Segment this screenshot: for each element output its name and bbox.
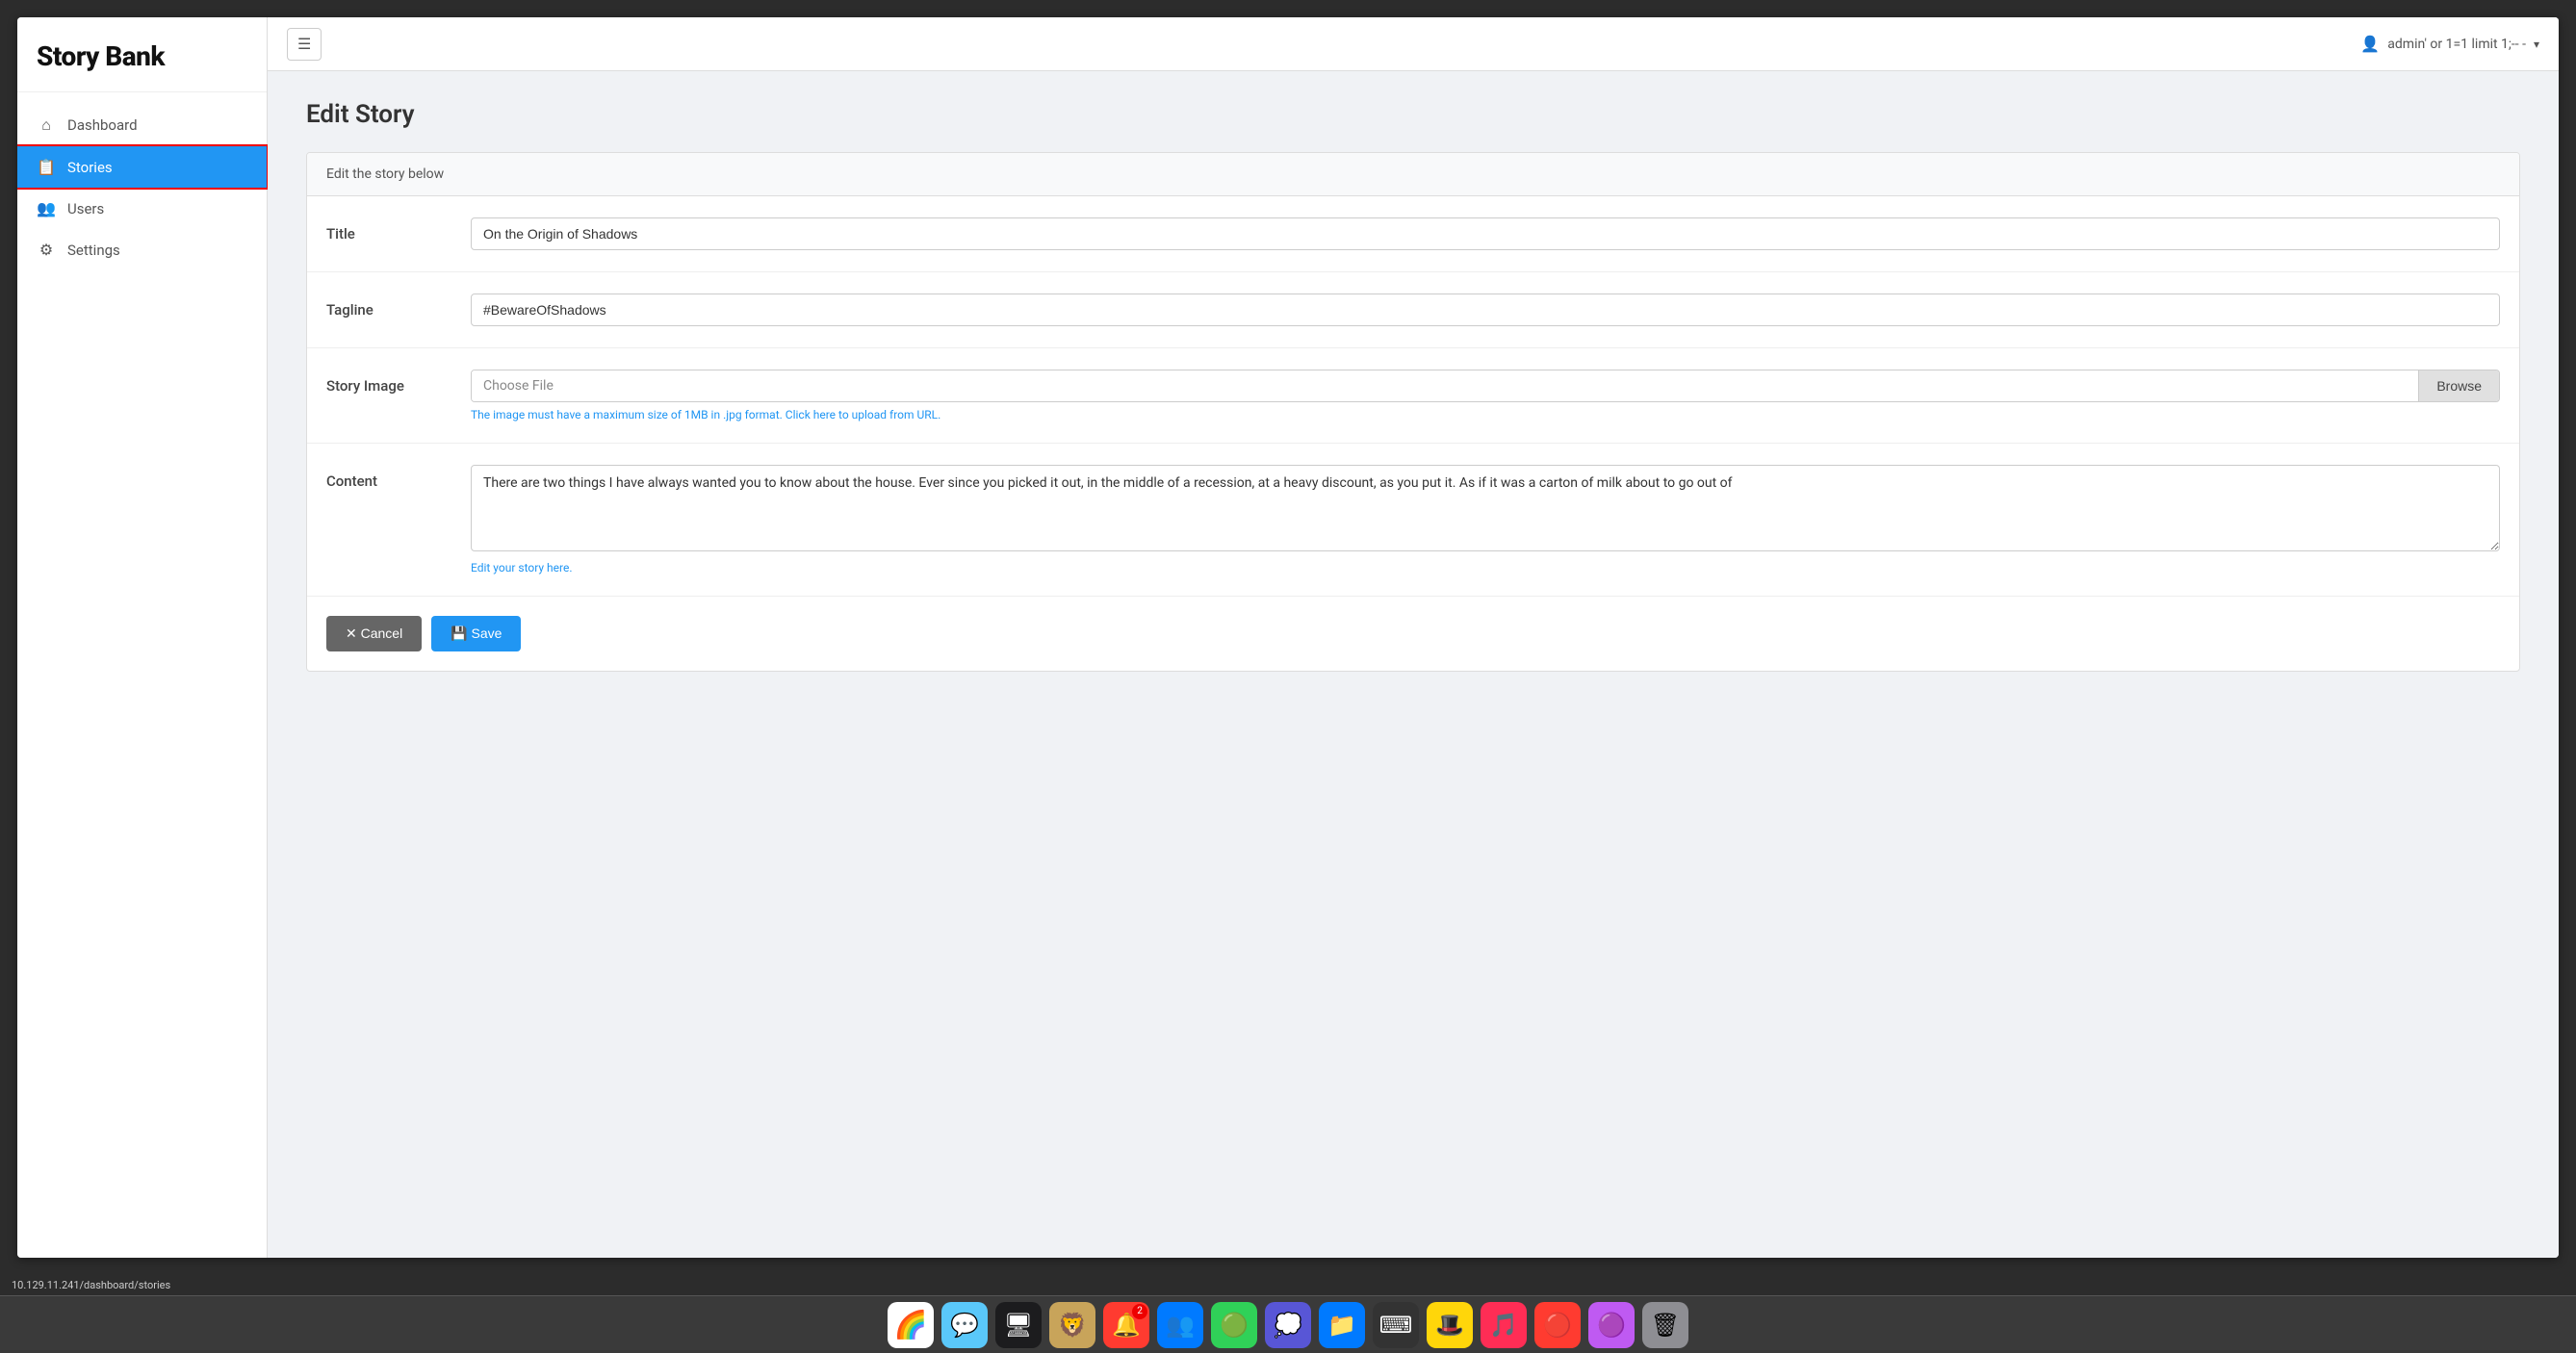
status-url: 10.129.11.241/dashboard/stories [12,1279,170,1291]
taskbar-chat2[interactable]: 💭 [1265,1302,1311,1348]
taskbar-hat[interactable]: 🎩 [1427,1302,1473,1348]
taskbar-team[interactable]: 👥 [1157,1302,1203,1348]
browse-button[interactable]: Browse [2418,370,2499,401]
taskbar-trash[interactable]: 🗑 [1642,1302,1688,1348]
hamburger-button[interactable]: ☰ [287,28,322,61]
form-actions: ✕ Cancel 💾 Save [307,597,2519,671]
story-image-label: Story Image [326,370,451,395]
sidebar-nav: ⌂ Dashboard 📋 Stories 👥 Users ⚙ Settings [17,92,267,1258]
sidebar-item-settings[interactable]: ⚙ Settings [17,229,267,270]
taskbar-music[interactable]: 🎵 [1481,1302,1527,1348]
sidebar-item-label-dashboard: Dashboard [67,116,138,134]
topbar: ☰ 👤 admin' or 1=1 limit 1;-- - ▾ [268,17,2559,71]
story-image-control-wrap: Choose File Browse The image must have a… [471,370,2500,421]
file-input-wrap: Choose File Browse [471,370,2500,402]
content-row: Content There are two things I have alwa… [307,444,2519,597]
sidebar-item-label-settings: Settings [67,242,120,259]
content-control-wrap: There are two things I have always wante… [471,465,2500,574]
taskbar-circle[interactable]: 🟢 [1211,1302,1257,1348]
stories-icon: 📋 [37,158,56,176]
title-label: Title [326,217,451,243]
user-label: admin' or 1=1 limit 1;-- - [2387,37,2526,52]
cancel-button[interactable]: ✕ Cancel [326,616,422,651]
status-bar: 10.129.11.241/dashboard/stories [0,1275,2576,1295]
file-input-placeholder: Choose File [472,370,2418,401]
dashboard-icon: ⌂ [37,115,56,135]
sidebar-logo: Story Bank [17,17,267,92]
sidebar-item-dashboard[interactable]: ⌂ Dashboard [17,104,267,146]
edit-story-form-card: Edit the story below Title Tagline [306,152,2520,672]
app-title: Story Bank [37,40,247,72]
tagline-control-wrap [471,294,2500,326]
taskbar-notif[interactable]: 🔔 2 [1103,1302,1149,1348]
topbar-right: 👤 admin' or 1=1 limit 1;-- - ▾ [2360,35,2539,53]
content-textarea[interactable]: There are two things I have always wante… [471,465,2500,551]
sidebar: Story Bank ⌂ Dashboard 📋 Stories 👥 Users… [17,17,268,1258]
topbar-left: ☰ [287,28,322,61]
tagline-input[interactable] [471,294,2500,326]
page-title: Edit Story [306,100,2520,129]
taskbar-folder[interactable]: 📁 [1319,1302,1365,1348]
content-area: Edit Story Edit the story below Title Ta… [268,71,2559,1258]
taskbar-animal[interactable]: 🦁 [1049,1302,1095,1348]
taskbar: 🌈 💬 🖥 🦁 🔔 2 👥 🟢 💭 📁 ⌨ 🎩 🎵 🔴 🟣 🗑 [0,1295,2576,1353]
taskbar-monitor[interactable]: 🖥 [995,1302,1042,1348]
main-area: ☰ 👤 admin' or 1=1 limit 1;-- - ▾ Edit St… [268,17,2559,1258]
form-body: Title Tagline Story Image [307,196,2519,671]
title-control-wrap [471,217,2500,250]
tagline-row: Tagline [307,272,2519,348]
title-input[interactable] [471,217,2500,250]
taskbar-red2[interactable]: 🔴 [1534,1302,1581,1348]
save-button[interactable]: 💾 Save [431,616,521,651]
taskbar-purple[interactable]: 🟣 [1588,1302,1635,1348]
sidebar-item-label-users: Users [67,200,104,217]
file-hint: The image must have a maximum size of 1M… [471,408,2500,421]
user-icon: 👤 [2360,35,2380,53]
taskbar-code[interactable]: ⌨ [1373,1302,1419,1348]
sidebar-item-users[interactable]: 👥 Users [17,188,267,229]
settings-icon: ⚙ [37,241,56,259]
taskbar-messages[interactable]: 💬 [941,1302,988,1348]
content-hint: Edit your story here. [471,561,2500,574]
taskbar-badge: 2 [1132,1304,1147,1319]
sidebar-item-stories[interactable]: 📋 Stories [17,146,267,188]
taskbar-finder[interactable]: 🌈 [888,1302,934,1348]
form-card-header: Edit the story below [307,153,2519,196]
tagline-label: Tagline [326,294,451,319]
title-row: Title [307,196,2519,272]
dropdown-arrow-icon[interactable]: ▾ [2534,38,2539,51]
sidebar-item-label-stories: Stories [67,159,113,176]
story-image-row: Story Image Choose File Browse The image… [307,348,2519,444]
users-icon: 👥 [37,199,56,217]
content-label: Content [326,465,451,490]
